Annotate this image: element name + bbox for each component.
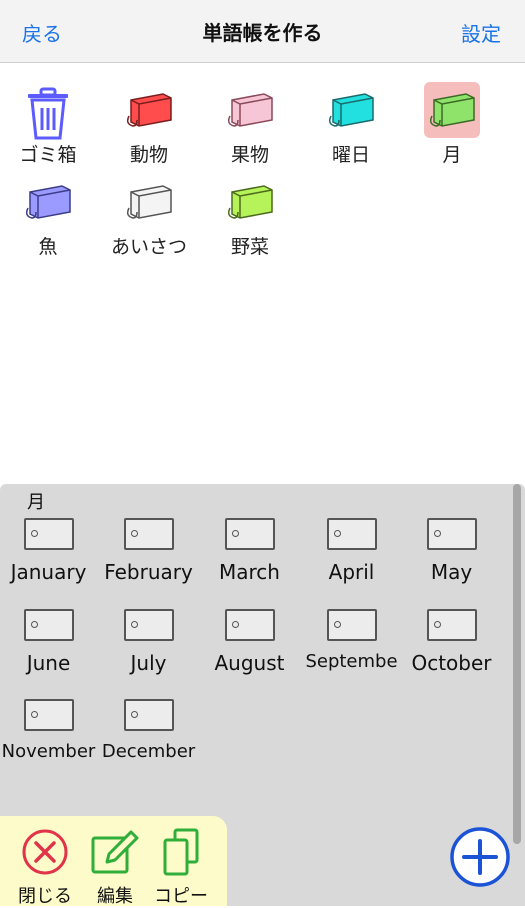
close-circle-icon	[22, 829, 68, 875]
card-november[interactable]: November	[0, 699, 99, 762]
card-label: June	[26, 651, 71, 675]
page-title: 単語帳を作る	[202, 21, 323, 45]
card-december[interactable]: December	[98, 699, 199, 762]
card-label: December	[101, 741, 196, 762]
card-june[interactable]: June	[0, 609, 99, 675]
card-icon	[23, 699, 74, 731]
card-january[interactable]: January	[0, 518, 99, 584]
card-label: October	[411, 651, 492, 675]
card-label: July	[130, 651, 167, 675]
plus-circle-icon	[450, 827, 510, 887]
card-september[interactable]: Septembe	[301, 609, 402, 672]
book-label: 野菜	[230, 236, 269, 258]
card-label: May	[430, 560, 473, 584]
book-fruits[interactable]: 果物	[205, 82, 295, 167]
card-label: January	[10, 560, 87, 584]
copy-button[interactable]: コピー	[146, 828, 216, 908]
book-icon	[323, 82, 379, 138]
book-label: あいさつ	[110, 236, 187, 258]
card-icon	[426, 518, 477, 550]
card-icon	[123, 609, 174, 641]
trash-icon	[20, 82, 76, 140]
card-label: April	[328, 560, 375, 584]
panel-scrollbar[interactable]	[513, 484, 521, 844]
book-label: 月	[442, 144, 462, 166]
book-icon	[121, 82, 177, 138]
card-label: February	[104, 560, 193, 584]
panel-title: 月	[27, 492, 45, 513]
close-button[interactable]: 閉じる	[10, 828, 80, 908]
edit-label: 編集	[97, 886, 133, 907]
card-icon	[123, 518, 174, 550]
navigation-bar: 戻る 単語帳を作る 設定	[0, 0, 525, 63]
card-icon	[426, 609, 477, 641]
card-march[interactable]: March	[199, 518, 300, 584]
card-label: August	[214, 651, 285, 675]
book-animals[interactable]: 動物	[104, 82, 194, 167]
close-label: 閉じる	[18, 886, 72, 907]
book-label: 果物	[230, 144, 269, 166]
bottom-toolbar: 閉じる 編集 コピー	[0, 816, 227, 908]
book-months[interactable]: 月	[407, 82, 497, 167]
book-greetings[interactable]: あいさつ	[104, 174, 194, 259]
copy-label: コピー	[154, 886, 208, 907]
edit-icon	[91, 830, 139, 874]
card-february[interactable]: February	[98, 518, 199, 584]
card-april[interactable]: April	[301, 518, 402, 584]
card-may[interactable]: May	[401, 518, 502, 584]
settings-button[interactable]: 設定	[461, 18, 501, 47]
book-days[interactable]: 曜日	[306, 82, 396, 167]
card-label: November	[1, 741, 96, 762]
book-label: 動物	[129, 144, 168, 166]
card-icon	[326, 609, 377, 641]
card-icon	[224, 609, 275, 641]
book-label: 魚	[38, 236, 58, 258]
card-august[interactable]: August	[199, 609, 300, 675]
card-october[interactable]: October	[401, 609, 502, 675]
card-icon	[123, 699, 174, 731]
card-icon	[23, 609, 74, 641]
book-label: ゴミ箱	[19, 144, 77, 166]
card-icon	[23, 518, 74, 550]
edit-button[interactable]: 編集	[80, 828, 150, 908]
book-icon	[424, 82, 480, 138]
book-icon	[222, 174, 278, 230]
card-label: Septembe	[305, 651, 398, 672]
book-icon	[121, 174, 177, 230]
card-icon	[326, 518, 377, 550]
book-trash[interactable]: ゴミ箱	[3, 82, 93, 167]
book-vegetables[interactable]: 野菜	[205, 174, 295, 259]
book-fish[interactable]: 魚	[3, 174, 93, 259]
copy-icon	[163, 828, 199, 876]
add-button[interactable]	[449, 826, 511, 888]
book-icon	[222, 82, 278, 138]
book-label: 曜日	[331, 144, 370, 166]
card-label: March	[219, 560, 280, 584]
book-icon	[20, 174, 76, 230]
card-icon	[224, 518, 275, 550]
card-july[interactable]: July	[98, 609, 199, 675]
